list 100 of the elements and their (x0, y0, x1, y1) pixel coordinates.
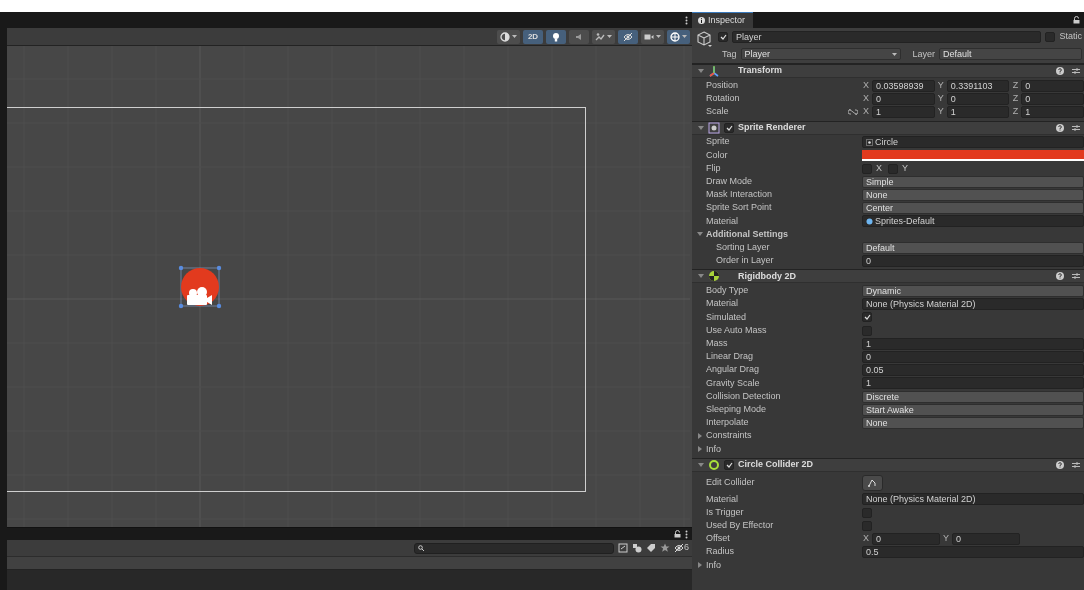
number-field[interactable]: 1 (862, 377, 1084, 390)
color-swatch[interactable] (862, 149, 1084, 161)
number-field[interactable]: 1 (872, 105, 935, 118)
component-title: Transform (738, 64, 783, 78)
number-field[interactable]: 0 (862, 254, 1084, 267)
info-icon (698, 17, 705, 24)
foldout-arrow-icon[interactable] (698, 68, 704, 74)
presets-icon[interactable] (1072, 460, 1080, 469)
number-field[interactable]: 0.03598939 (872, 79, 935, 92)
enabled-checkbox[interactable] (724, 122, 734, 133)
number-field[interactable]: 0.5 (862, 546, 1084, 559)
more-options-icon[interactable] (685, 15, 688, 25)
tag-icon[interactable] (646, 543, 656, 553)
transform-axes-icon (708, 65, 720, 77)
foldout-arrow-icon[interactable] (697, 231, 703, 238)
number-field[interactable]: 0 (872, 533, 940, 546)
checkbox[interactable] (862, 312, 872, 323)
object-field[interactable]: None (Physics Material 2D) (862, 298, 1084, 311)
foldout-label[interactable]: Constraints (706, 429, 752, 443)
name-field[interactable]: Player (732, 30, 1042, 43)
dropdown[interactable]: None (862, 416, 1084, 429)
field-label: Mask Interaction (706, 188, 774, 202)
sprite-renderer-icon (708, 121, 720, 134)
presets-icon[interactable] (1072, 123, 1080, 132)
dropdown[interactable]: None (862, 188, 1084, 201)
foldout-label[interactable]: Additional Settings (706, 227, 788, 242)
field-label: Interpolate (706, 416, 750, 430)
unlinked-icon[interactable] (848, 108, 858, 115)
field-label: Radius (706, 545, 735, 559)
layer-label: Layer (912, 47, 936, 61)
search-by-type-icon[interactable] (618, 543, 628, 553)
dropdown[interactable]: Dynamic (862, 285, 1084, 298)
field-label: Angular Drag (706, 363, 761, 377)
dropdown[interactable]: Default (862, 241, 1084, 254)
edit-collider-button[interactable] (862, 474, 883, 491)
help-icon[interactable] (1056, 460, 1064, 469)
number-field[interactable]: 0 (862, 350, 1084, 363)
toolbar-button[interactable] (592, 29, 615, 44)
field-label: Draw Mode (706, 174, 753, 188)
foldout-arrow-icon[interactable] (697, 562, 703, 569)
object-field[interactable]: Circle (862, 136, 1084, 149)
light-bulb-icon (551, 31, 561, 42)
toolbar-button[interactable] (641, 29, 664, 44)
lock-icon[interactable] (674, 530, 681, 538)
foldout-arrow-icon[interactable] (698, 273, 704, 280)
foldout-arrow-icon[interactable] (697, 433, 703, 440)
static-checkbox[interactable] (1045, 31, 1056, 42)
field-label: Scale (706, 105, 730, 119)
foldout-arrow-icon[interactable] (697, 446, 703, 453)
presets-icon[interactable] (1072, 67, 1080, 75)
presets-icon[interactable] (1072, 272, 1080, 281)
field-label: Body Type (706, 284, 750, 298)
number-field[interactable]: 0.05 (862, 364, 1084, 377)
active-checkbox[interactable] (718, 31, 728, 42)
2d-mode-button[interactable]: 2D (523, 29, 543, 44)
dropdown[interactable]: Center (862, 202, 1084, 215)
shading-sphere-icon (500, 31, 510, 42)
foldout-arrow-icon[interactable] (698, 124, 704, 131)
number-field[interactable]: 1 (946, 105, 1010, 118)
toolbar-button[interactable] (497, 29, 520, 44)
foldout-label[interactable]: Info (706, 558, 721, 573)
component-title: Sprite Renderer (738, 120, 807, 134)
cube-icon[interactable] (696, 30, 712, 48)
toolbar-button[interactable] (618, 29, 638, 44)
number-field[interactable]: 0 (952, 533, 1020, 546)
axis-label: Y (936, 105, 944, 119)
axis-label: Y (942, 532, 949, 546)
help-icon[interactable] (1056, 123, 1064, 132)
foldout-label[interactable]: Info (706, 442, 721, 457)
number-field[interactable]: 0.3391103 (946, 79, 1010, 92)
object-field[interactable]: Sprites-Default (862, 215, 1084, 228)
toolbar-button[interactable] (546, 29, 566, 44)
layer-dropdown[interactable]: Default (939, 48, 1082, 61)
number-field[interactable]: 0 (1021, 92, 1084, 105)
dropdown[interactable]: Discrete (862, 390, 1084, 403)
hidden-eye-icon[interactable] (674, 543, 684, 553)
number-field[interactable]: 0 (946, 92, 1010, 105)
dropdown[interactable]: Simple (862, 175, 1084, 188)
number-field[interactable]: 1 (862, 337, 1084, 350)
number-field[interactable]: 0 (872, 92, 935, 105)
help-icon[interactable] (1056, 272, 1064, 281)
help-icon[interactable] (1056, 67, 1064, 75)
toolbar-button[interactable] (667, 29, 690, 44)
more-options-icon[interactable] (685, 529, 688, 539)
dropdown[interactable]: Start Awake (862, 403, 1084, 416)
field-label: Material (706, 297, 739, 311)
number-field[interactable]: 0 (1021, 79, 1084, 92)
foldout-arrow-icon[interactable] (698, 461, 704, 468)
tag-dropdown[interactable]: Player (740, 48, 901, 61)
object-field[interactable]: None (Physics Material 2D) (862, 493, 1084, 506)
star-icon[interactable] (660, 543, 670, 553)
effects-icon (595, 31, 605, 42)
shapes-icon[interactable] (632, 543, 642, 553)
axis-label: Z (1011, 92, 1019, 106)
collider-edit-icon (867, 478, 878, 487)
field-label: Mass (706, 337, 729, 351)
number-field[interactable]: 1 (1021, 105, 1084, 118)
search-field[interactable] (414, 542, 614, 554)
enabled-checkbox[interactable] (724, 459, 734, 470)
inspector-tab[interactable]: Inspector (692, 12, 754, 28)
